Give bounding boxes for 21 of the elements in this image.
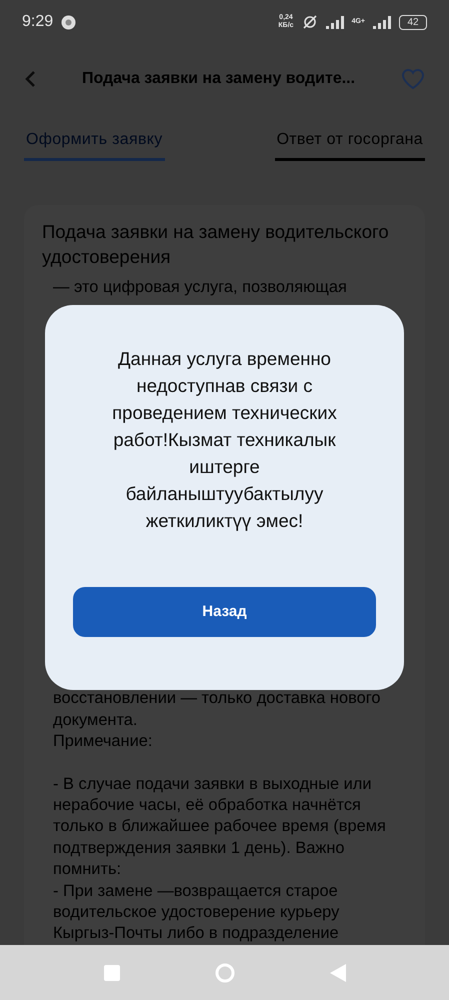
body-paragraph: - При замене —возвращается старое водительское удостоверение курьеру Кыргыз-Почты либо в подразделение <box>53 880 340 944</box>
tab[interactable]: Ответ от госоргана <box>274 124 425 161</box>
signal-icon <box>373 16 391 28</box>
back-icon[interactable] <box>330 964 346 982</box>
intro-text: — это цифровая услуга, позволяющая <box>53 277 348 298</box>
back-button[interactable]: Назад <box>73 587 376 637</box>
tab[interactable]: Оформить заявку <box>24 124 165 161</box>
dialog-message: Данная услуга временно недоступнав связи с проведением технических работ!Кызмат техникалык иштерге байланыштуубактылуу жеткиликтүү эмес! <box>111 347 338 533</box>
body-paragraph: Примечание: <box>53 731 154 752</box>
battery-icon: 42 <box>399 14 427 30</box>
card-title: Подача заявки на замену водительского удостоверения <box>42 220 390 269</box>
page-title: Подача заявки на замену водите... <box>82 69 356 89</box>
signal-icon <box>326 16 344 28</box>
home-icon[interactable] <box>214 962 234 982</box>
favorite-icon[interactable] <box>401 68 425 90</box>
body-paragraph: восстановлении — только доставка нового документа. <box>53 688 382 731</box>
notification-icon <box>61 14 76 30</box>
recents-icon[interactable] <box>104 964 120 980</box>
clock-text: 9:29 <box>22 12 54 32</box>
back-button[interactable] <box>24 70 36 88</box>
body-paragraph: - В случае подачи заявки в выходные или нерабочие часы, её обработка начнётся только в ближайшее рабочее время (время подтверждения заявки 1 день). Важно помнить: <box>53 774 387 880</box>
